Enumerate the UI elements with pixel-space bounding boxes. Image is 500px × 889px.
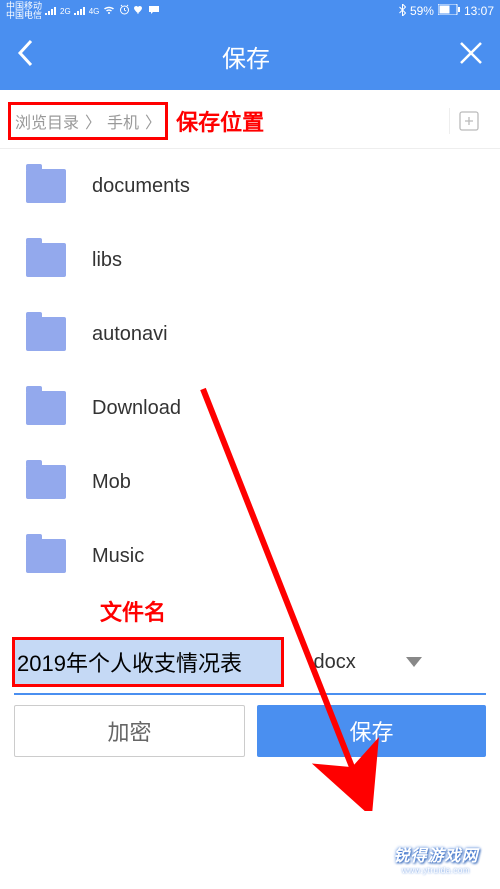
- new-folder-button[interactable]: [449, 108, 488, 134]
- close-button[interactable]: [458, 40, 484, 73]
- chevron-down-icon: [406, 657, 422, 667]
- folder-name: Download: [92, 397, 181, 420]
- signal-icon-2: [74, 5, 86, 18]
- annotation-save-location: 保存位置: [176, 105, 264, 137]
- nav-bar: 保存: [0, 22, 500, 90]
- folder-icon: [26, 243, 66, 277]
- folder-icon: [26, 539, 66, 573]
- watermark-url: www.ytruida.com: [376, 866, 496, 875]
- folder-item[interactable]: Download: [0, 371, 500, 445]
- folder-name: libs: [92, 249, 122, 272]
- breadcrumb-root: 浏览目录: [15, 109, 79, 133]
- folder-name: documents: [92, 175, 190, 198]
- heart-icon: [133, 5, 145, 18]
- save-button[interactable]: 保存: [257, 705, 486, 757]
- breadcrumb[interactable]: 浏览目录 〉 手机 〉: [8, 102, 168, 140]
- folder-item[interactable]: Music: [0, 519, 500, 593]
- back-button[interactable]: [16, 38, 34, 75]
- extension-select[interactable]: .docx: [308, 651, 422, 674]
- folder-list: documents libs autonavi Download Mob Mus…: [0, 149, 500, 593]
- folder-icon: [26, 391, 66, 425]
- filename-row: 2019年个人收支情况表 .docx: [0, 633, 500, 693]
- carrier-2: 中国电信: [6, 11, 42, 20]
- filename-input[interactable]: 2019年个人收支情况表: [12, 637, 284, 687]
- signal-icon: [45, 5, 57, 18]
- bluetooth-icon: [399, 4, 406, 19]
- status-bar: 中国移动 中国电信 2G 4G 59% 13:07: [0, 0, 500, 22]
- watermark-title: 锐得游戏网: [376, 842, 496, 866]
- folder-icon: [26, 169, 66, 203]
- wifi-icon: [102, 5, 116, 18]
- folder-icon: [26, 317, 66, 351]
- net-badge: 2G: [60, 7, 71, 16]
- folder-icon: [26, 465, 66, 499]
- filename-underline: [14, 693, 486, 695]
- annotation-filename-label: 文件名: [0, 593, 500, 633]
- chat-icon: [148, 5, 160, 18]
- alarm-icon: [119, 4, 130, 18]
- page-title: 保存: [222, 39, 270, 74]
- breadcrumb-current: 手机: [107, 109, 139, 133]
- folder-name: autonavi: [92, 323, 168, 346]
- battery-percentage: 59%: [410, 4, 434, 18]
- battery-icon: [438, 4, 460, 18]
- folder-name: Music: [92, 545, 144, 568]
- folder-item[interactable]: documents: [0, 149, 500, 223]
- folder-item[interactable]: Mob: [0, 445, 500, 519]
- chevron-right-icon: 〉: [145, 109, 161, 133]
- watermark: 锐得游戏网 www.ytruida.com: [376, 842, 496, 875]
- clock: 13:07: [464, 4, 494, 18]
- encrypt-button[interactable]: 加密: [14, 705, 245, 757]
- folder-name: Mob: [92, 471, 131, 494]
- fourg-badge: 4G: [89, 7, 100, 16]
- folder-item[interactable]: libs: [0, 223, 500, 297]
- chevron-right-icon: 〉: [85, 109, 101, 133]
- folder-item[interactable]: autonavi: [0, 297, 500, 371]
- extension-label: .docx: [308, 651, 356, 674]
